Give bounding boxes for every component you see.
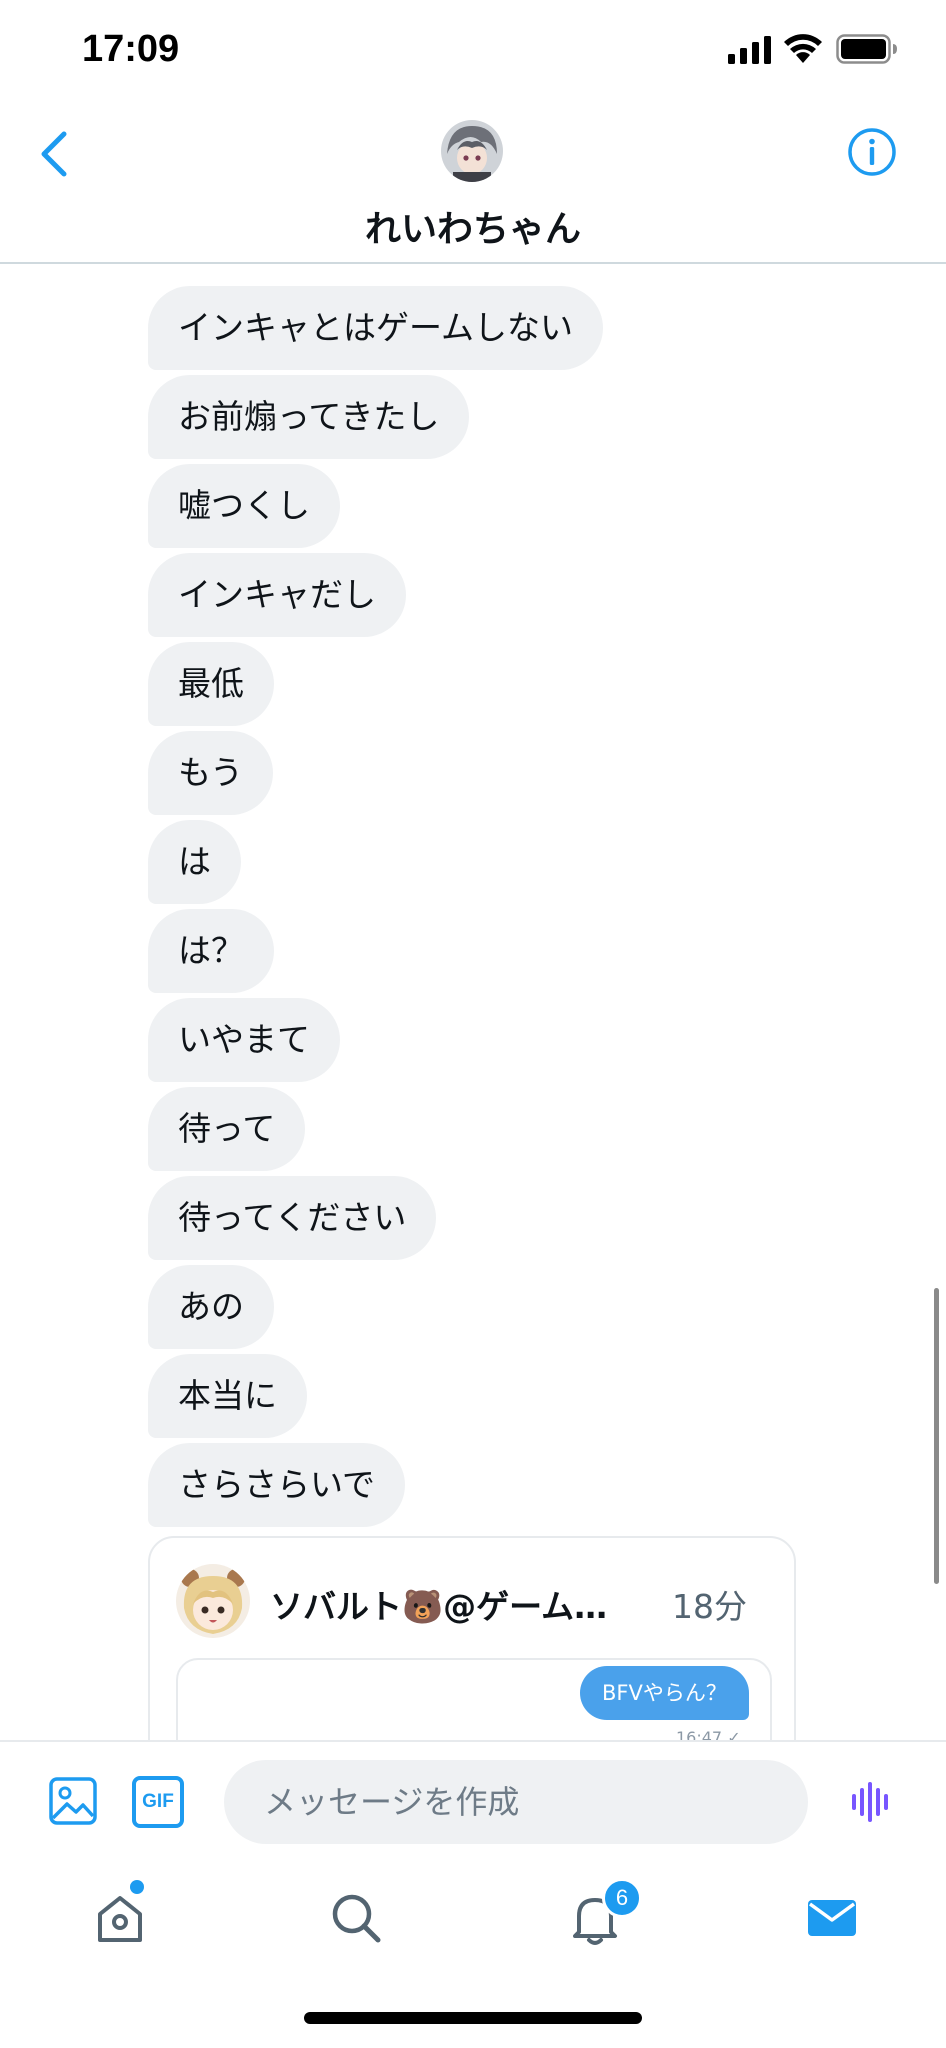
preview-time: 16:47 ✓ [676,1728,741,1740]
wifi-icon [784,34,822,63]
shared-conversation-card[interactable]: ソバルト🐻@ゲーム… 18分 BFVやらん？ 16:47 ✓ [148,1536,796,1740]
message-list[interactable]: インキャとはゲームしない お前煽ってきたし 嘘つくし インキャだし 最低 もう … [0,266,946,1740]
card-preview: BFVやらん？ 16:47 ✓ [176,1658,772,1740]
message-bubble[interactable]: は [148,820,241,904]
search-icon[interactable] [326,1888,386,1948]
mail-icon[interactable] [802,1888,862,1948]
message-bubble[interactable]: 待って [148,1087,306,1171]
home-indicator[interactable] [304,2012,642,2024]
status-time: 17:09 [82,28,180,70]
voice-icon[interactable] [850,1780,894,1824]
chat-header: れいわちゃん [0,100,946,264]
message-bubble[interactable]: 最低 [148,642,274,726]
card-name: ソバルト🐻@ゲーム… [270,1587,608,1626]
message-bubble[interactable]: は？ [148,909,274,993]
preview-message: BFVやらん？ [580,1666,749,1720]
info-icon[interactable] [846,126,898,178]
message-bubble[interactable]: いやまて [148,998,340,1082]
battery-icon [836,34,897,64]
card-time: 18分 [672,1587,747,1626]
status-bar: 17:09 [0,0,946,100]
message-bubble[interactable]: お前煽ってきたし [148,375,470,459]
new-content-dot [130,1880,144,1894]
card-avatar [176,1564,250,1638]
message-bubble[interactable]: インキャだし [148,553,406,637]
message-bubble[interactable]: さらさらいで [148,1443,406,1527]
message-input[interactable] [224,1760,808,1844]
chat-title: れいわちゃん [364,209,581,250]
media-icon[interactable] [48,1776,98,1826]
message-bubble[interactable]: 待ってください [148,1176,437,1260]
home-icon[interactable] [90,1888,150,1948]
composer: GIF [0,1740,946,1860]
message-bubble[interactable]: あの [148,1265,274,1349]
gif-button[interactable]: GIF [132,1776,184,1828]
avatar[interactable] [441,120,503,182]
message-bubble[interactable]: 本当に [148,1354,307,1438]
signal-icon [728,36,771,64]
back-icon[interactable] [36,128,74,180]
message-bubble[interactable]: 嘘つくし [148,464,340,548]
message-bubble[interactable]: もう [148,731,274,815]
scrollbar[interactable] [934,1288,939,1584]
notification-badge: 6 [602,1878,642,1918]
message-bubble[interactable]: インキャとはゲームしない [148,286,604,370]
